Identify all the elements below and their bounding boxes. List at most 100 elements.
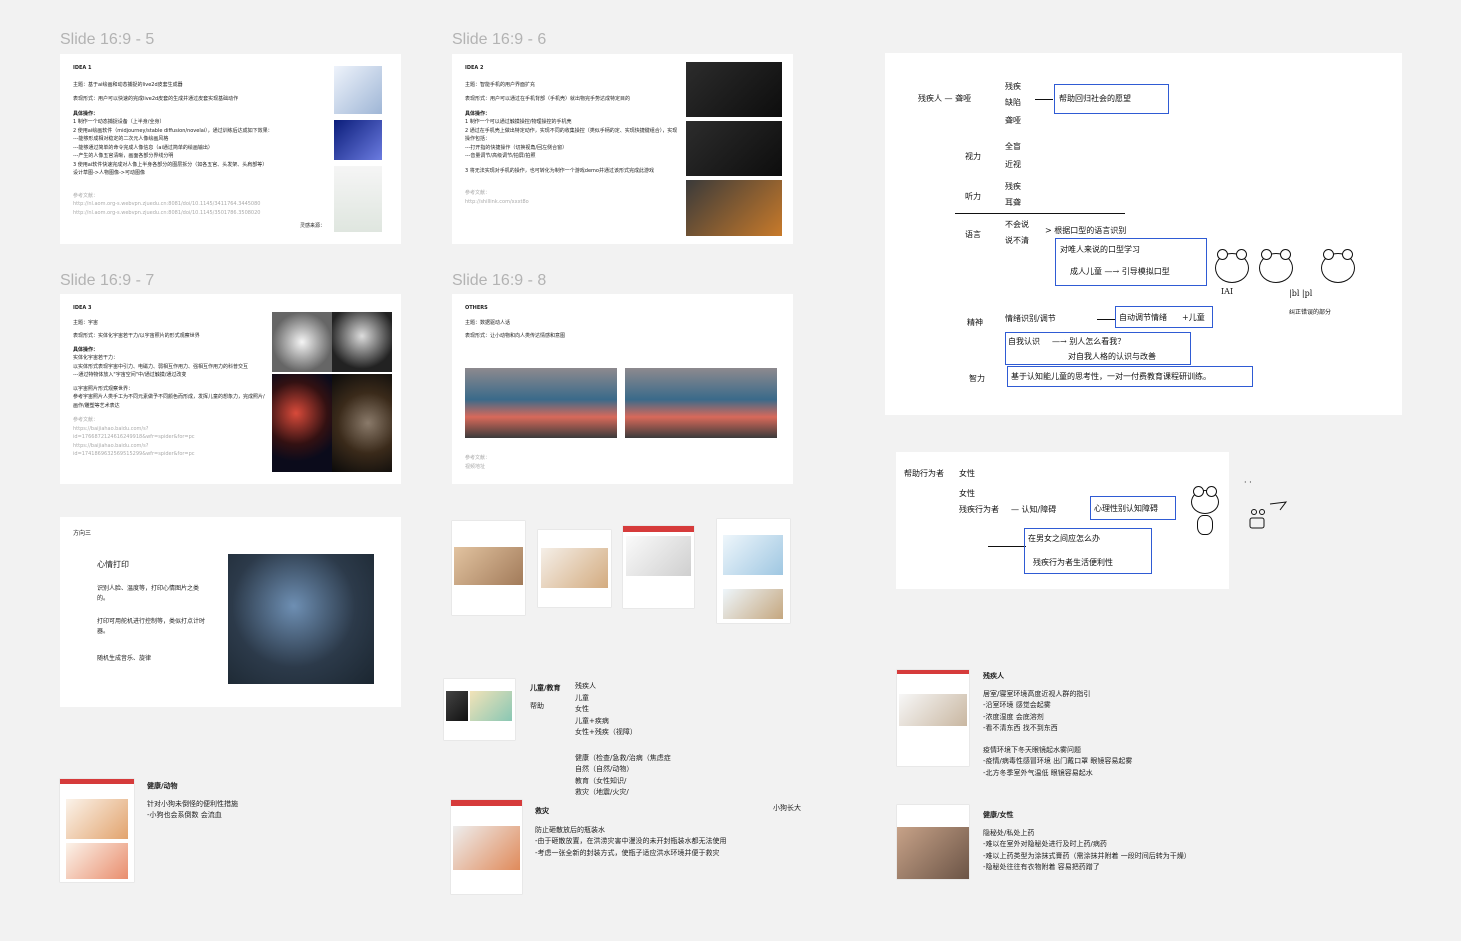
slide-5[interactable]: IDEA 1 主题：基于ai绘画和动态捕捉的live2d皮套生成器 表现形式：用… (60, 54, 401, 244)
nebula-image (272, 374, 332, 472)
note-text: -难以上药类型为涂抹式膏药（需涂抹并附着 一段时间后转为干燥） (983, 851, 1191, 860)
note-text: -隐秘处往往有衣物附着 容易把药蹭了 (983, 863, 1100, 872)
note-title: 健康/女性 (983, 811, 1014, 819)
slide-text: 主题：宇宙 (73, 319, 99, 326)
slide-text: 表现形式：实体化宇宙若干力/以宇宙照片的形式观察世界 (73, 333, 200, 339)
slide-title: IDEA 2 (465, 65, 484, 71)
slide-text: ---能够形成相对稳定的二次元人像绘画风格 (73, 136, 169, 142)
slide-9[interactable]: 方向三 心情打印 识别人脸、温度等，打印心情图片之类的。 打印可用舵机进行控制等… (60, 517, 401, 707)
bear-face-icon (1321, 249, 1355, 283)
bear-face-icon (1215, 249, 1249, 283)
reference-thumb-8[interactable] (897, 670, 969, 766)
highlight-box: 自我认识 —→ 别人怎么看我？ 对自我人格的认识与改善 (1005, 332, 1191, 365)
slide-text: 以宇宙照片形式观察世界： (73, 385, 134, 392)
slide-title: OTHERS (465, 305, 488, 311)
slide-text: 设计草图->人物图像->可动图像 (73, 170, 145, 176)
frame-label-slide-8[interactable]: Slide 16:9 - 8 (452, 272, 546, 290)
handwritten-text: 残疾人 — 聋哑 (918, 94, 972, 103)
note-title: 救灾 (535, 807, 549, 815)
handwritten-text: 视力 (965, 152, 981, 161)
slide-text: 1 制作一个动态捕捉设备（上半身/全身） (73, 119, 165, 125)
reference-thumb-4[interactable] (717, 519, 790, 623)
note-text: 居室/寝室环境高度近视人群的指引 (983, 689, 1091, 698)
ref-label: 参考文献： (73, 417, 99, 423)
slide-text: 2 通过在手机壳上做出特定动作，实现不同的收集操控（类似手柄的定、实现快捷键组合… (465, 127, 678, 143)
handwritten-text: —→ 别人怎么看我？ (1052, 337, 1126, 346)
handwritten-text: 帮助行为者 (904, 469, 944, 478)
gallery-image-2 (332, 312, 392, 372)
slide-text: 参考宇宙照片人类手工为不同元素做予不同颜色而形成，发挥儿童的想象力，完成照片/画… (73, 394, 265, 409)
ref-link[interactable]: http://shillink.com/xxxt8o (465, 198, 680, 207)
slide-text: ---音量调节/高级调节/拍屏/拍照 (465, 153, 536, 159)
note-title: 残疾人 (983, 672, 1004, 680)
handwritten-text: 情绪识别/调节 (1005, 314, 1056, 323)
slide-text: 打印可用舵机进行控制等，类似打点计时器。 (97, 618, 206, 636)
thumb-image (446, 691, 468, 721)
bear-face-icon (1259, 249, 1293, 283)
thumb-image (66, 799, 128, 839)
handwritten-text: 语言 (965, 230, 981, 239)
slide-heading: 心情打印 (97, 560, 129, 569)
reference-thumb-7[interactable] (60, 779, 134, 882)
pet-video-frame-2 (625, 368, 777, 438)
frame-label-slide-5[interactable]: Slide 16:9 - 5 (60, 31, 154, 49)
thumb-image (451, 800, 522, 806)
reference-thumb-9[interactable] (897, 805, 969, 879)
ref-link[interactable]: http://nl.aom.org-s.webvpn.zjuedu.cn:808… (73, 200, 323, 209)
thumb-image (470, 691, 512, 721)
ref-link[interactable]: http://nl.aom.org-s.webvpn.zjuedu.cn:808… (73, 209, 323, 218)
handwritten-text: · · (1244, 478, 1252, 487)
thumb-image (626, 536, 691, 576)
handwritten-text: 残疾 (1005, 82, 1021, 91)
handwritten-text: 女性 (959, 489, 975, 498)
ref-link[interactable]: 视频地址 (465, 463, 490, 472)
thumb-image (453, 826, 520, 870)
handwritten-text: 自我认识 (1008, 337, 1040, 346)
bear-figure-icon (1191, 486, 1219, 514)
connector-line (1035, 99, 1053, 101)
frame-label-slide-6[interactable]: Slide 16:9 - 6 (452, 31, 546, 49)
slide-text: 3 将无法实现对手机的操作，也可转化为制作一个游戏demo并通过该形式完成此游戏 (465, 167, 654, 174)
note-text: 防止砸散放后的瓶装水 (535, 825, 605, 834)
handwritten-text: 残疾行为者生活便利性 (1033, 558, 1113, 567)
reference-thumb-5[interactable] (444, 679, 515, 740)
slide-text: ---产生的人像五官清晰，画面各部分界线分明 (73, 153, 174, 159)
printer-device-image (228, 554, 374, 684)
slide-7[interactable]: IDEA 3 主题：宇宙 表现形式：实体化宇宙若干力/以宇宙照片的形式观察世界 … (60, 294, 401, 484)
highlight-box: 基于认知能儿童的思考性，一对一付费教育课程研训练。 (1007, 366, 1253, 387)
frame-label-slide-7[interactable]: Slide 16:9 - 7 (60, 272, 154, 290)
thumb-image (66, 843, 128, 879)
gallery-image-1 (272, 312, 332, 372)
note-text: 教育（女性知识/ (575, 776, 627, 785)
slide-text: ---打开指的快捷操作（切换视角/回左侧合窗） (465, 144, 568, 151)
note-text: 儿童 (575, 693, 589, 702)
slide-text: 主题：数据驱动人话 (465, 319, 511, 326)
handwritten-text: IAI (1221, 287, 1234, 296)
handwritten-text: 纠正错误的部分 (1289, 309, 1332, 316)
note-text: -小狗也会系倒数 会流血 (147, 811, 222, 820)
handwritten-text: 残疾行为者 (959, 505, 999, 514)
reference-thumb-6[interactable] (451, 800, 522, 894)
ref-link[interactable]: https://baijiahao.baidu.com/s?id=1741869… (73, 442, 268, 459)
ref-link[interactable]: https://baijiahao.baidu.com/s?id=1766872… (73, 425, 268, 442)
whiteboard-sketch[interactable]: 帮助行为者 女性 女性 残疾行为者 — 认知/障碍 心理性别认知障碍 在男女之间… (896, 452, 1229, 589)
dance-screen-image (334, 120, 382, 160)
doodle-icon (1248, 500, 1288, 530)
note-text: 女性+残疾（视障） (575, 728, 637, 737)
whiteboard-mindmap[interactable]: 残疾人 — 聋哑 残疾 缺陷 聋哑 帮助回归社会的愿望 视力 全盲 近视 听力 … (885, 53, 1402, 415)
galaxy-image (332, 374, 392, 472)
slide-6[interactable]: IDEA 2 主题：智能手机的用户界面扩充 表现形式：用户可以通过在手机背部（手… (452, 54, 793, 244)
note-text: 自然（自然/动物） (575, 765, 634, 774)
reference-thumb-3[interactable] (623, 526, 694, 608)
reference-thumb-1[interactable] (452, 521, 525, 615)
slide-8[interactable]: OTHERS 主题：数据驱动人话 表现形式：让小动物和向人类传达情感和意图 参考… (452, 294, 793, 484)
handwritten-text: 智力 (969, 374, 985, 383)
thumb-image (60, 779, 134, 784)
note-text: -难以在室外对隐秘处进行及时上药/病药 (983, 840, 1107, 849)
ui-screenshot-image (334, 166, 382, 232)
handwritten-text: 女性 (959, 469, 975, 478)
reference-thumb-2[interactable] (538, 530, 611, 607)
handwritten-text: 缺陷 (1005, 98, 1021, 107)
phone-case-image-1 (686, 62, 782, 117)
highlight-box: 自动调节情绪 +儿童 (1115, 306, 1213, 328)
